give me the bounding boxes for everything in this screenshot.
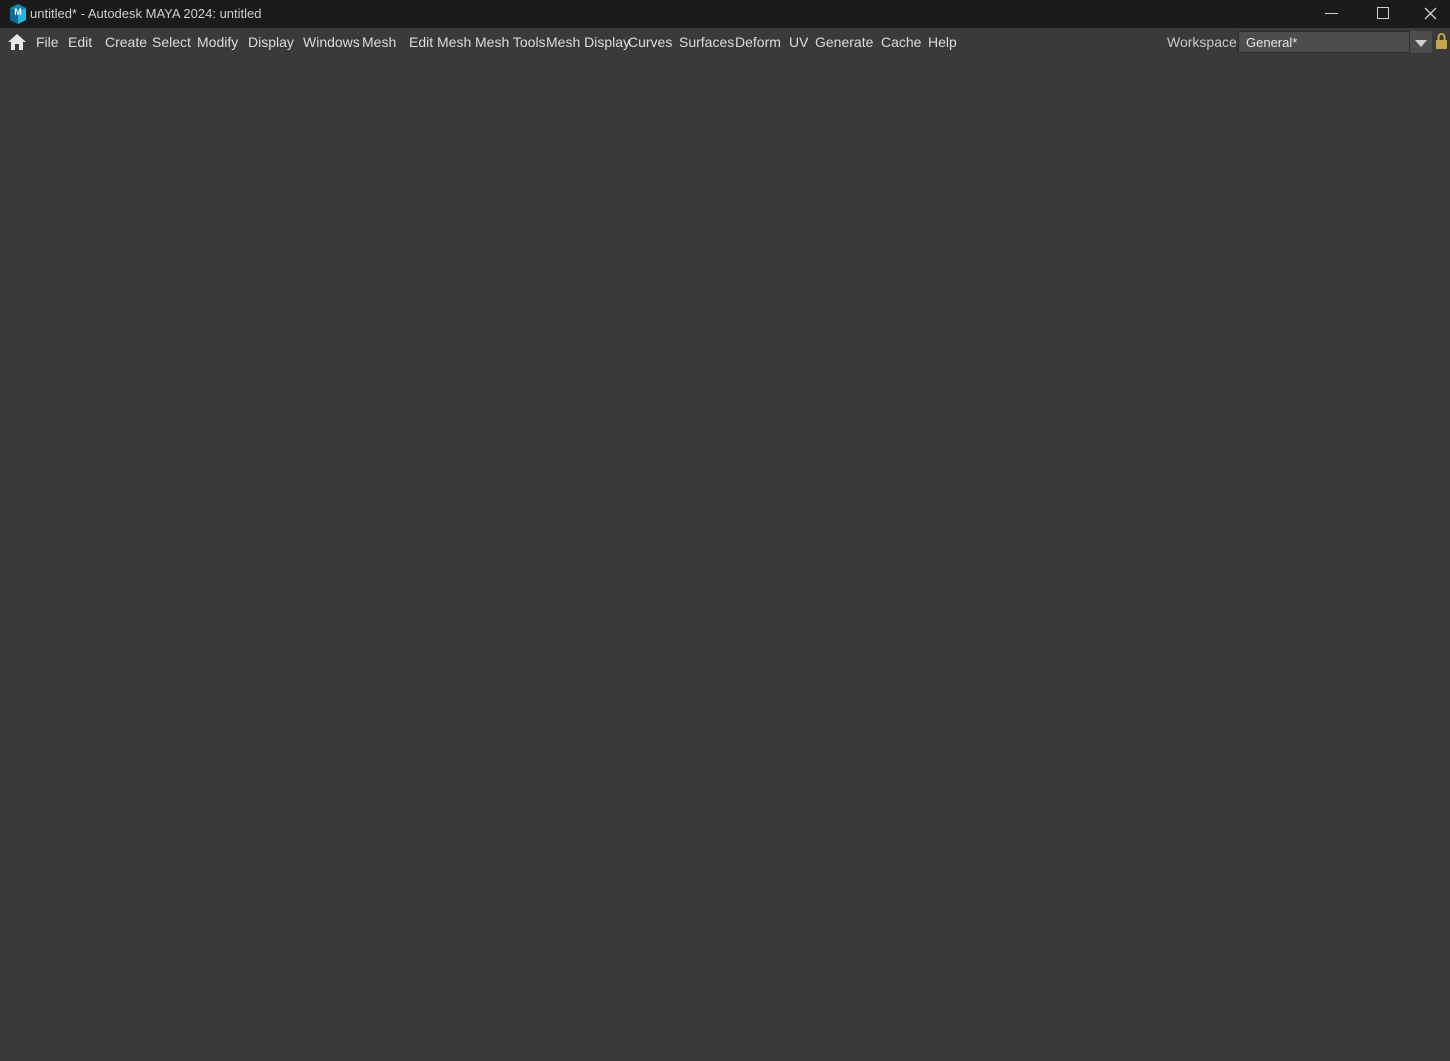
svg-text:M: M [14,7,22,17]
